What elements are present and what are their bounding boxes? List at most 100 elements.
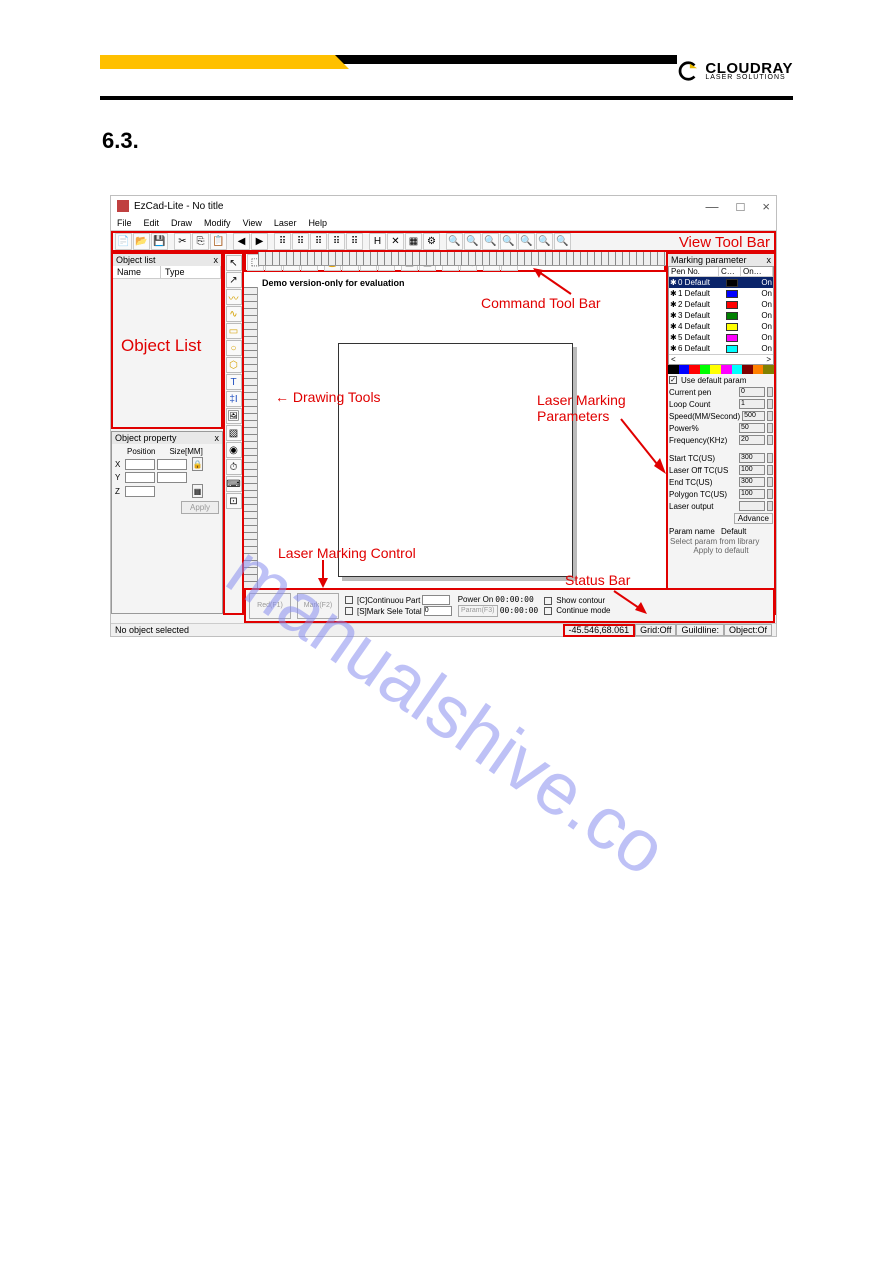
undo-icon[interactable]: ◀ — [233, 233, 250, 250]
color-swatch[interactable] — [753, 365, 764, 374]
pen-row[interactable]: ✱6 DefaultOn — [669, 343, 773, 354]
input-tool-icon[interactable]: ⌨ — [226, 476, 242, 492]
zoom-sel-icon[interactable]: 🔍 — [518, 233, 535, 250]
color-swatch[interactable] — [689, 365, 700, 374]
red-button[interactable]: Red(F1) — [249, 593, 291, 619]
param-input[interactable]: 20 — [739, 435, 765, 445]
hatch-icon[interactable]: H — [369, 233, 386, 250]
input-y-size[interactable] — [157, 472, 187, 483]
input-x-pos[interactable] — [125, 459, 155, 470]
menu-help[interactable]: Help — [308, 218, 327, 228]
array3-icon[interactable]: ⠿ — [310, 233, 327, 250]
zoom-fit-icon[interactable]: 🔍 — [482, 233, 499, 250]
array-icon[interactable]: ⠿ — [274, 233, 291, 250]
param-input[interactable]: 50 — [739, 423, 765, 433]
paste-icon[interactable]: 📋 — [210, 233, 227, 250]
node-tool-icon[interactable]: ↗ — [226, 272, 242, 288]
param-input[interactable]: 300 — [739, 477, 765, 487]
maximize-button[interactable]: □ — [737, 199, 745, 214]
rect-tool-icon[interactable]: ▭ — [226, 323, 242, 339]
array4-icon[interactable]: ⠿ — [328, 233, 345, 250]
param-input[interactable]: 0 — [739, 387, 765, 397]
color-swatch[interactable] — [679, 365, 690, 374]
zoom-in-icon[interactable]: 🔍 — [446, 233, 463, 250]
param-input[interactable]: 1 — [739, 399, 765, 409]
vector-tool-icon[interactable]: ▧ — [226, 425, 242, 441]
param-input[interactable]: 100 — [739, 465, 765, 475]
redo-icon[interactable]: ▶ — [251, 233, 268, 250]
select-param-library[interactable]: Select param from library — [668, 537, 774, 546]
total-input[interactable]: 0 — [424, 606, 452, 616]
line-tool-icon[interactable]: 〰 — [226, 289, 242, 305]
input-y-pos[interactable] — [125, 472, 155, 483]
image-tool-icon[interactable]: 🖼 — [226, 408, 242, 424]
copy-icon[interactable]: ⎘ — [192, 233, 209, 250]
select-tool-icon[interactable]: ↖ — [226, 255, 242, 271]
param-input[interactable]: 100 — [739, 489, 765, 499]
config-icon[interactable]: ⚙ — [423, 233, 440, 250]
open-icon[interactable]: 📂 — [133, 233, 150, 250]
menu-view[interactable]: View — [243, 218, 262, 228]
marksele-check[interactable] — [345, 607, 353, 615]
tool-icon[interactable]: ✕ — [387, 233, 404, 250]
spin-icon[interactable] — [767, 477, 773, 487]
timer-tool-icon[interactable]: ⏱ — [226, 459, 242, 475]
marking-close-icon[interactable]: x — [767, 255, 772, 265]
menu-draw[interactable]: Draw — [171, 218, 192, 228]
color-swatch[interactable] — [763, 365, 774, 374]
zoom-all-icon[interactable]: 🔍 — [500, 233, 517, 250]
show-contour-check[interactable] — [544, 597, 552, 605]
array5-icon[interactable]: ⠿ — [346, 233, 363, 250]
pen-row[interactable]: ✱1 DefaultOn — [669, 288, 773, 299]
apply-to-default[interactable]: Apply to default — [668, 546, 774, 555]
spin-icon[interactable] — [767, 411, 773, 421]
menu-modify[interactable]: Modify — [204, 218, 231, 228]
spin-icon[interactable] — [767, 387, 773, 397]
param-input[interactable]: 500 — [742, 411, 765, 421]
color-swatch[interactable] — [710, 365, 721, 374]
pen-row[interactable]: ✱0 DefaultOn — [669, 277, 773, 288]
array2-icon[interactable]: ⠿ — [292, 233, 309, 250]
mark-button[interactable]: Mark(F2) — [297, 593, 339, 619]
hatch-tool-icon[interactable]: ‡I — [226, 391, 242, 407]
color-swatch[interactable] — [732, 365, 743, 374]
menu-edit[interactable]: Edit — [144, 218, 160, 228]
param-button[interactable]: Param(F3) — [458, 605, 498, 617]
use-default-row[interactable]: ✓Use default param — [668, 374, 774, 386]
param-input[interactable]: 300 — [739, 453, 765, 463]
pen-list[interactable]: Pen No. C… On… ✱0 DefaultOn✱1 DefaultOn✱… — [668, 266, 774, 365]
pen-row[interactable]: ✱3 DefaultOn — [669, 310, 773, 321]
apply-button[interactable]: Apply — [181, 501, 219, 514]
close-button[interactable]: × — [762, 199, 770, 214]
new-icon[interactable]: 📄 — [115, 233, 132, 250]
zoom-win-icon[interactable]: 🔍 — [536, 233, 553, 250]
objprop-close-icon[interactable]: x — [215, 433, 220, 443]
spin-icon[interactable] — [767, 465, 773, 475]
lock-icon[interactable]: 🔒 — [192, 457, 203, 471]
encoder-tool-icon[interactable]: ⊡ — [226, 493, 242, 509]
laser-output-field[interactable] — [739, 501, 765, 511]
pen-row[interactable]: ✱2 DefaultOn — [669, 299, 773, 310]
color-swatch[interactable] — [721, 365, 732, 374]
menu-laser[interactable]: Laser — [274, 218, 297, 228]
pen-row[interactable]: ✱5 DefaultOn — [669, 332, 773, 343]
zoom-out-icon[interactable]: 🔍 — [464, 233, 481, 250]
circle-tool-icon[interactable]: ○ — [226, 340, 242, 356]
input-x-size[interactable] — [157, 459, 187, 470]
spiral-tool-icon[interactable]: ◉ — [226, 442, 242, 458]
color-strip[interactable] — [668, 365, 774, 374]
spin-icon[interactable] — [767, 399, 773, 409]
curve-tool-icon[interactable]: ∿ — [226, 306, 242, 322]
laser-output-spin[interactable] — [767, 501, 773, 511]
save-icon[interactable]: 💾 — [151, 233, 168, 250]
color-swatch[interactable] — [668, 365, 679, 374]
grid-icon[interactable]: ▦ — [192, 484, 203, 498]
spin-icon[interactable] — [767, 423, 773, 433]
menu-file[interactable]: File — [117, 218, 132, 228]
color-swatch[interactable] — [700, 365, 711, 374]
part-input[interactable] — [422, 595, 450, 605]
input-z-pos[interactable] — [125, 486, 155, 497]
spin-icon[interactable] — [767, 435, 773, 445]
zoom-ext-icon[interactable]: 🔍 — [554, 233, 571, 250]
minimize-button[interactable]: — — [706, 199, 719, 214]
